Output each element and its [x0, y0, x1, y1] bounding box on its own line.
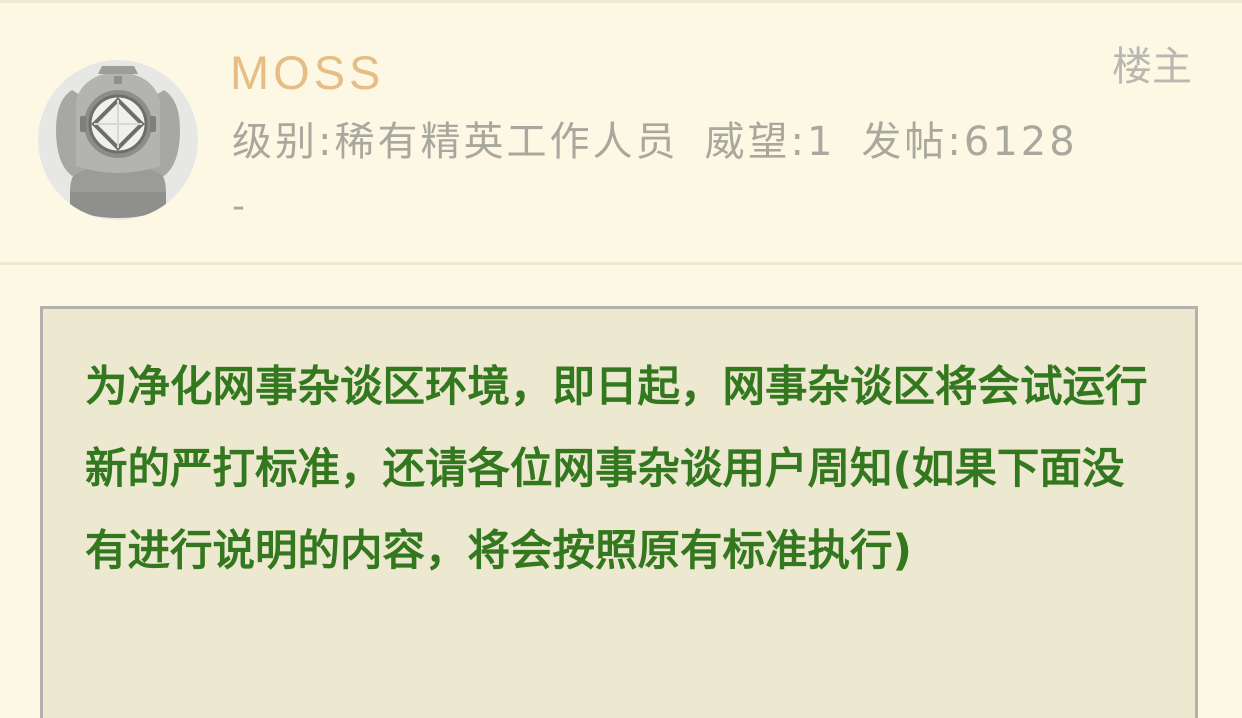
user-post-count: 发帖:6128: [861, 119, 1078, 165]
user-meta: 级别:稀有精英工作人员 威望:1 发帖:6128: [232, 116, 1078, 168]
user-prestige: 威望:1: [704, 119, 836, 165]
forum-post: MOSS 楼主 级别:稀有精英工作人员 威望:1 发帖:6128 - 为净化网事杂谈…: [0, 0, 1242, 718]
user-avatar[interactable]: [38, 60, 198, 220]
post-header: MOSS 楼主 级别:稀有精英工作人员 威望:1 发帖:6128 -: [0, 3, 1242, 263]
notice-box: 为净化网事杂谈区环境，即日起，网事杂谈区将会试运行新的严打标准，还请各位网事杂谈…: [40, 306, 1198, 718]
notice-text: 为净化网事杂谈区环境，即日起，网事杂谈区将会试运行新的严打标准，还请各位网事杂谈…: [85, 363, 1148, 576]
floor-tag: 楼主: [1112, 44, 1192, 90]
header-divider: [0, 262, 1242, 265]
username-link[interactable]: MOSS: [230, 43, 384, 103]
user-level: 级别:稀有精英工作人员: [232, 119, 679, 165]
user-signature: -: [232, 186, 245, 227]
diving-helmet-icon: [38, 60, 198, 220]
